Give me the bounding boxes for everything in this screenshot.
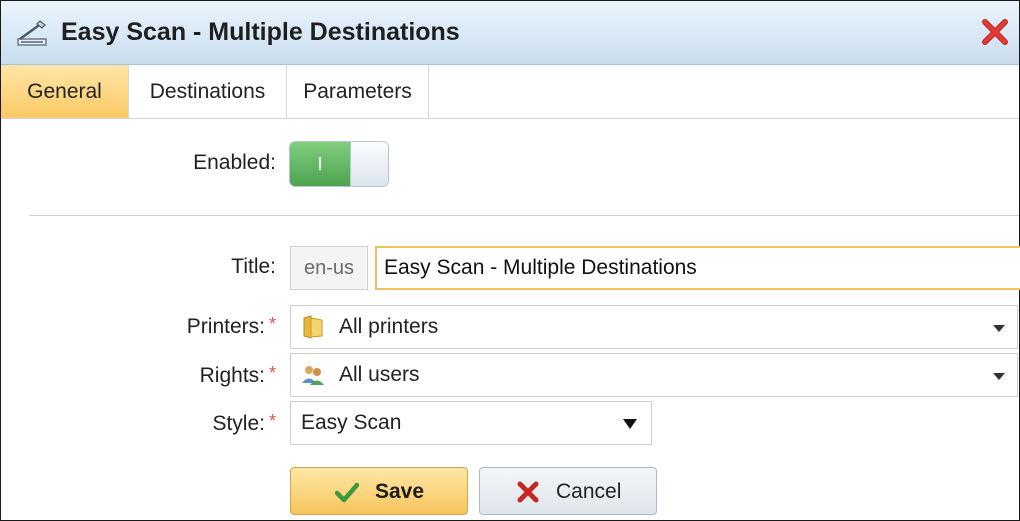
style-label-text: Style:: [212, 412, 265, 435]
chevron-down-icon[interactable]: [993, 373, 1005, 380]
tab-parameters[interactable]: Parameters: [287, 65, 429, 118]
enabled-toggle[interactable]: I: [289, 141, 389, 187]
dropdown-arrow-icon[interactable]: [623, 419, 637, 429]
rights-select[interactable]: All users: [290, 353, 1018, 397]
tab-destinations[interactable]: Destinations: [129, 65, 287, 118]
dialog: Easy Scan - Multiple Destinations Genera…: [0, 0, 1020, 521]
toggle-on-indicator: I: [290, 142, 350, 186]
title-label-text: Title:: [231, 255, 276, 278]
printers-label-text: Printers:: [186, 315, 265, 338]
printers-select[interactable]: All printers: [290, 305, 1018, 349]
tab-bar: General Destinations Parameters: [1, 65, 1019, 119]
chevron-down-icon[interactable]: [993, 325, 1005, 332]
required-marker: *: [268, 314, 276, 334]
style-label: Style: *: [1, 411, 276, 436]
locale-badge[interactable]: en-us: [290, 246, 368, 290]
tab-general[interactable]: General: [1, 65, 129, 118]
style-select[interactable]: Easy Scan: [290, 401, 652, 445]
toggle-knob[interactable]: [350, 142, 388, 186]
users-icon: [302, 366, 324, 385]
printers-value: All printers: [339, 315, 439, 338]
scanner-icon: [17, 20, 47, 46]
title-bar: Easy Scan - Multiple Destinations: [1, 1, 1019, 65]
cancel-button[interactable]: Cancel: [479, 467, 657, 515]
title-label: Title:: [1, 255, 276, 279]
save-button[interactable]: Save: [290, 467, 468, 515]
enabled-label-text: Enabled:: [193, 151, 276, 174]
x-icon: [517, 481, 539, 503]
required-marker: *: [268, 363, 276, 383]
cancel-button-label: Cancel: [556, 480, 622, 503]
required-marker: *: [268, 411, 276, 431]
dialog-title: Easy Scan - Multiple Destinations: [61, 18, 460, 46]
rights-label-text: Rights:: [199, 364, 265, 387]
close-icon[interactable]: [979, 16, 1011, 48]
checkmark-icon: [335, 482, 359, 503]
title-input[interactable]: Easy Scan - Multiple Destinations: [375, 246, 1020, 290]
rights-value: All users: [339, 363, 420, 386]
save-button-label: Save: [375, 480, 425, 503]
printers-label: Printers: *: [1, 314, 276, 339]
folder-icon: [303, 315, 323, 339]
section-divider: [29, 215, 1019, 216]
enabled-label: Enabled:: [1, 151, 276, 175]
style-value: Easy Scan: [301, 411, 402, 434]
rights-label: Rights: *: [1, 363, 276, 388]
